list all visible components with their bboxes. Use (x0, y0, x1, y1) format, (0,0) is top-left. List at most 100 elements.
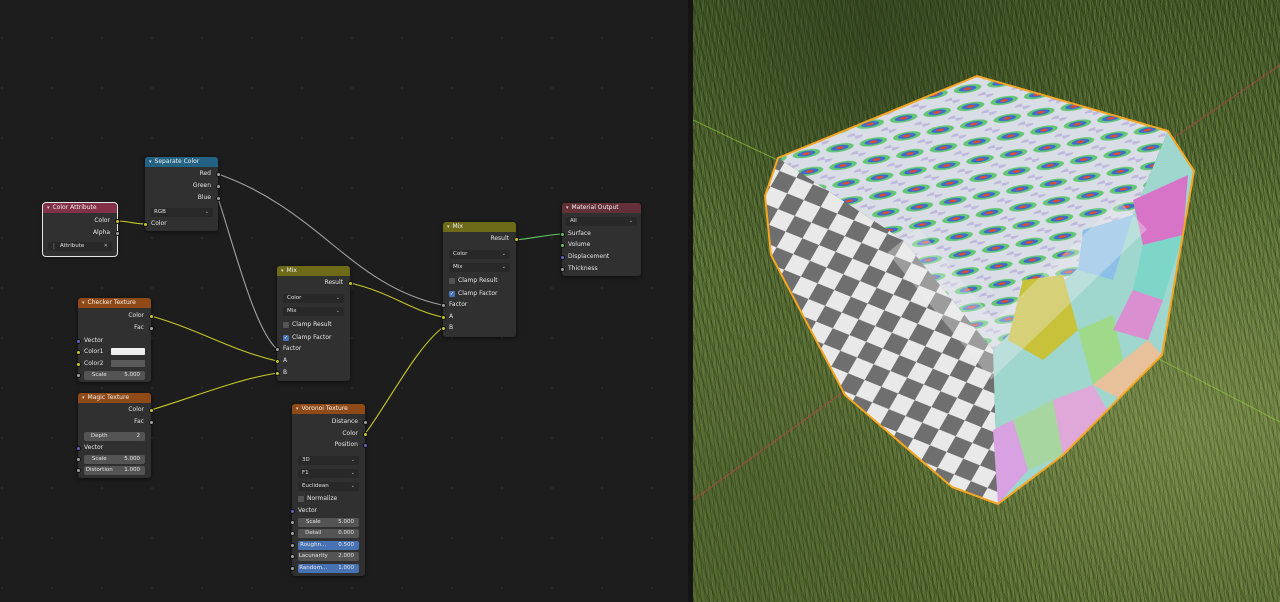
check-icon[interactable]: ✓ (283, 335, 289, 341)
input-socket[interactable] (75, 446, 81, 451)
input-socket[interactable] (75, 468, 81, 473)
roughness-field[interactable]: Roughn... 0.500 (289, 541, 359, 550)
input-socket[interactable] (559, 243, 565, 248)
dimensions-dropdown[interactable]: 3D ⌄ (298, 456, 359, 465)
input-socket[interactable] (142, 222, 148, 227)
collapse-chevron-icon[interactable]: ▾ (47, 203, 50, 213)
output-socket[interactable] (362, 432, 368, 437)
input-color: Color (142, 219, 218, 229)
input-socket[interactable] (559, 267, 565, 272)
clamp-factor-checkbox[interactable]: ✓ Clamp Factor (443, 289, 516, 299)
output-socket[interactable] (114, 231, 120, 236)
collapse-chevron-icon[interactable]: ▾ (82, 298, 85, 308)
output-socket[interactable] (362, 443, 368, 448)
input-socket[interactable] (75, 350, 81, 355)
normalize-checkbox[interactable]: Normalize (292, 494, 365, 504)
input-socket[interactable] (559, 255, 565, 260)
input-socket[interactable] (274, 347, 280, 352)
input-socket[interactable] (274, 359, 280, 364)
magic-texture-node[interactable]: ▾ Magic Texture Color Fac Depth 2 Vector S… (75, 393, 154, 478)
output-socket[interactable] (347, 281, 353, 286)
clear-icon[interactable]: ✕ (104, 242, 108, 251)
target-dropdown[interactable]: All ⌄ (566, 217, 637, 226)
link-attr-color-to-separate (116, 220, 147, 225)
chevron-down-icon: ⌄ (350, 470, 355, 476)
data-type-dropdown[interactable]: Color ⌄ (449, 250, 510, 259)
blend-mode-dropdown[interactable]: Mix ⌄ (449, 263, 510, 272)
collapse-chevron-icon[interactable]: ▾ (82, 393, 85, 403)
input-socket[interactable] (75, 339, 81, 344)
node-header[interactable]: ▾ Color Attribute (43, 203, 117, 213)
input-socket[interactable] (75, 373, 81, 378)
node-header[interactable]: ▾ Mix (443, 222, 516, 232)
input-socket[interactable] (440, 315, 446, 320)
output-socket[interactable] (215, 172, 221, 177)
distortion-field[interactable]: Distortion 1.000 (75, 466, 145, 475)
mode-dropdown[interactable]: RGB ⌄ (150, 208, 213, 217)
clamp-result-checkbox[interactable]: Clamp Result (277, 320, 350, 330)
input-displacement: Displacement (559, 252, 641, 262)
scale-field[interactable]: Scale 5.000 (289, 518, 359, 527)
feature-dropdown[interactable]: F1 ⌄ (298, 469, 359, 478)
mix-node-2[interactable]: ▾ Mix Result Color ⌄ Mix ⌄ Clamp Result ✓ Cl… (440, 222, 519, 337)
output-socket[interactable] (513, 237, 519, 242)
output-socket[interactable] (148, 314, 154, 319)
output-socket[interactable] (148, 420, 154, 425)
shader-node-editor[interactable]: ▾ Color Attribute Color Alpha ⋮ Attribute… (0, 0, 688, 602)
input-socket[interactable] (289, 554, 295, 559)
randomness-field[interactable]: Random... 1.000 (289, 564, 359, 573)
output-socket[interactable] (362, 420, 368, 425)
depth-field[interactable]: Depth 2 (84, 432, 145, 441)
input-socket[interactable] (75, 457, 81, 462)
input-socket[interactable] (289, 566, 295, 571)
node-header[interactable]: ▾ Separate Color (145, 157, 218, 167)
data-type-dropdown[interactable]: Color ⌄ (283, 294, 344, 303)
output-socket[interactable] (148, 326, 154, 331)
lacunarity-field[interactable]: Lacunarity 2.000 (289, 552, 359, 561)
checker-texture-node[interactable]: ▾ Checker Texture Color Fac Vector Color1… (75, 298, 154, 382)
separate-color-node[interactable]: ▾ Separate Color Red Green Blue RGB ⌄ Colo… (142, 157, 221, 231)
node-header[interactable]: ▾ Voronoi Texture (292, 404, 365, 414)
input-socket[interactable] (559, 232, 565, 237)
input-socket[interactable] (440, 326, 446, 331)
node-header[interactable]: ▾ Material Output (562, 203, 641, 213)
mix-node-1[interactable]: ▾ Mix Result Color ⌄ Mix ⌄ Clamp Result ✓ Cl… (274, 266, 353, 381)
input-socket[interactable] (289, 509, 295, 514)
output-socket[interactable] (148, 408, 154, 413)
color1-swatch[interactable] (111, 348, 145, 355)
clamp-factor-checkbox[interactable]: ✓ Clamp Factor (277, 333, 350, 343)
color2-swatch[interactable] (111, 360, 145, 367)
voronoi-texture-node[interactable]: ▾ Voronoi Texture Distance Color Position… (289, 404, 368, 576)
input-socket[interactable] (289, 520, 295, 525)
collapse-chevron-icon[interactable]: ▾ (566, 203, 569, 213)
collapse-chevron-icon[interactable]: ▾ (281, 266, 284, 276)
check-icon[interactable]: ✓ (449, 291, 455, 297)
node-header[interactable]: ▾ Checker Texture (78, 298, 151, 308)
detail-field[interactable]: Detail 0.000 (289, 529, 359, 538)
input-socket[interactable] (75, 362, 81, 367)
node-header[interactable]: ▾ Mix (277, 266, 350, 276)
node-header[interactable]: ▾ Magic Texture (78, 393, 151, 403)
scale-field[interactable]: Scale 5.000 (75, 455, 145, 464)
3d-viewport[interactable] (693, 0, 1280, 602)
clamp-result-checkbox[interactable]: Clamp Result (443, 276, 516, 286)
input-socket[interactable] (440, 303, 446, 308)
input-factor: Factor (274, 344, 350, 354)
output-green: Green (145, 181, 221, 191)
output-socket[interactable] (215, 184, 221, 189)
attribute-name-field[interactable]: ⋮ Attribute ✕ (48, 242, 112, 251)
color-attribute-node[interactable]: ▾ Color Attribute Color Alpha ⋮ Attribute… (42, 202, 120, 257)
distance-metric-dropdown[interactable]: Euclidean ⌄ (298, 482, 359, 491)
input-socket[interactable] (274, 371, 280, 376)
output-socket[interactable] (215, 196, 221, 201)
collapse-chevron-icon[interactable]: ▾ (296, 404, 299, 414)
scale-field[interactable]: Scale 5.000 (75, 371, 145, 380)
input-socket[interactable] (289, 543, 295, 548)
collapse-chevron-icon[interactable]: ▾ (447, 222, 450, 232)
chevron-down-icon: ⌄ (501, 264, 506, 270)
collapse-chevron-icon[interactable]: ▾ (149, 157, 152, 167)
material-output-node[interactable]: ▾ Material Output All ⌄ Surface Volume Dis… (559, 203, 641, 276)
blend-mode-dropdown[interactable]: Mix ⌄ (283, 307, 344, 316)
output-socket[interactable] (114, 219, 120, 224)
input-socket[interactable] (289, 531, 295, 536)
